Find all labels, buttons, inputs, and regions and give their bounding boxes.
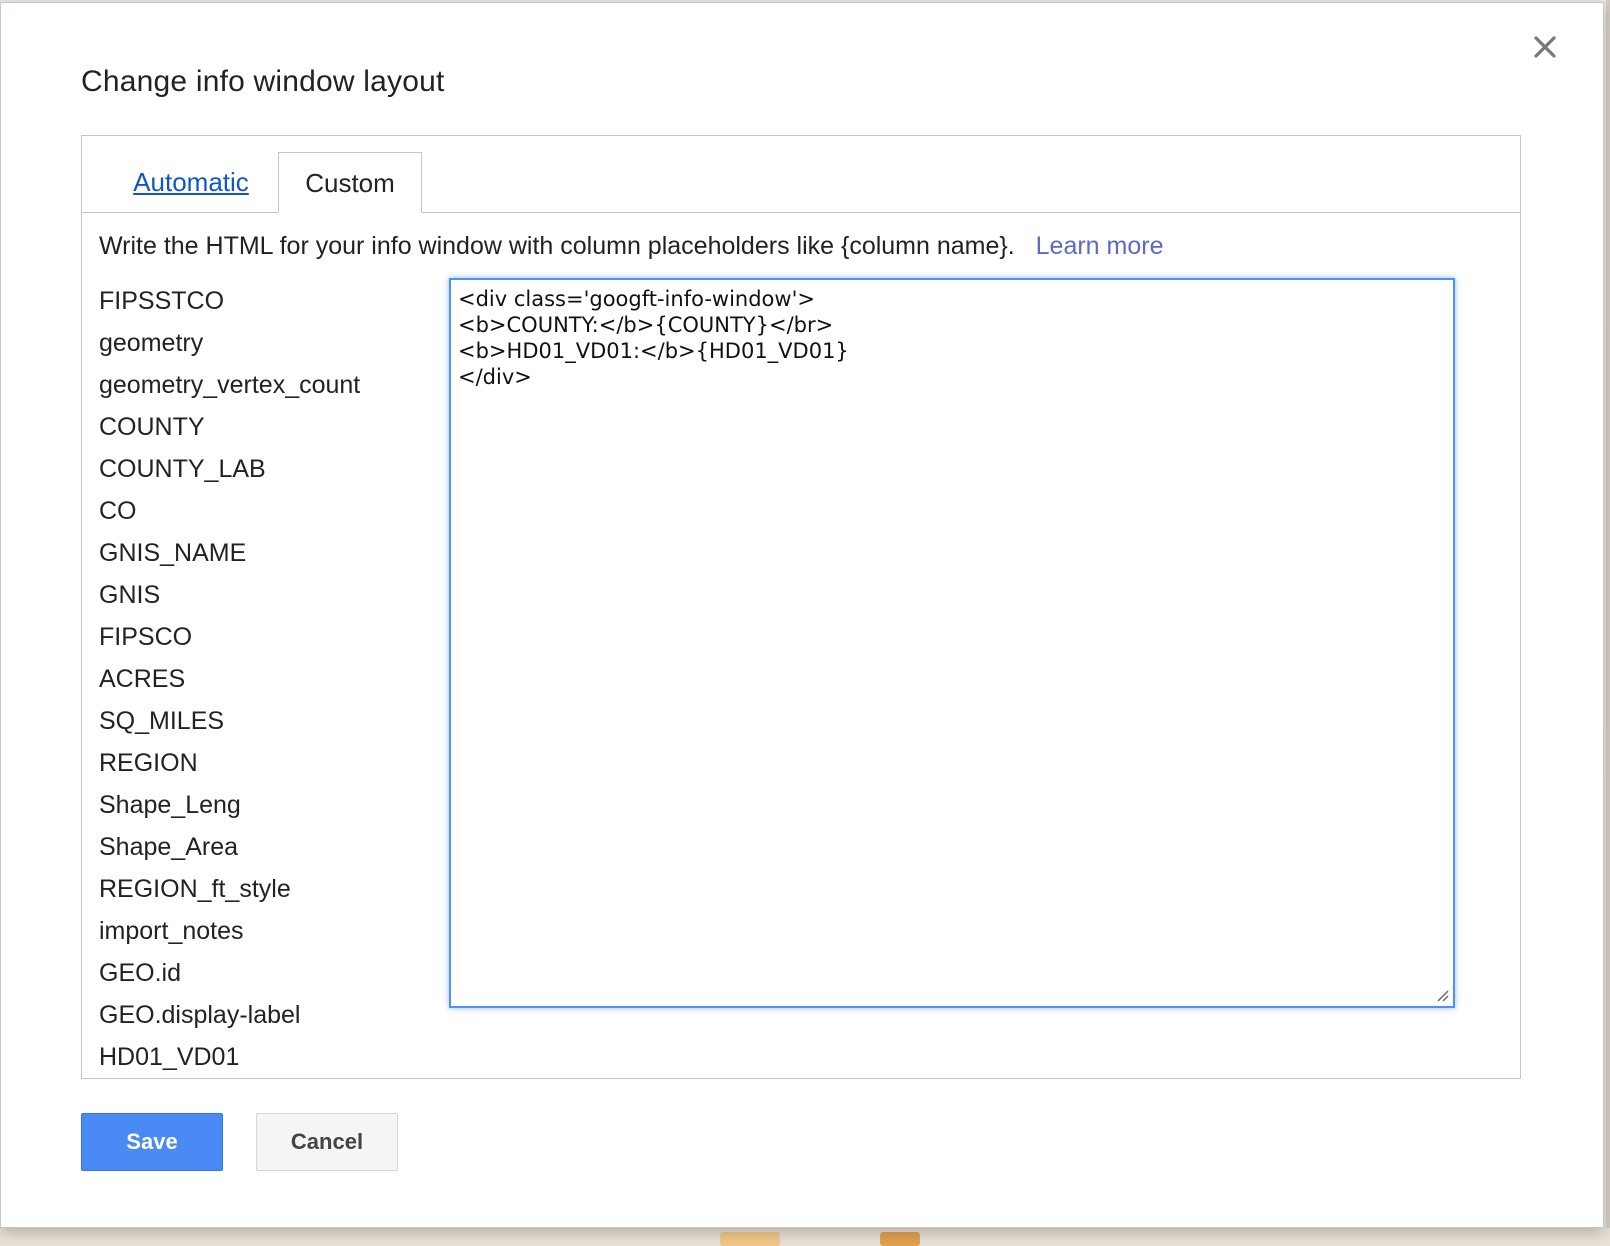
map-road xyxy=(720,1232,780,1246)
column-list: FIPSSTCO geometry geometry_vertex_count COU… xyxy=(99,280,419,1078)
column-item[interactable]: import_notes xyxy=(99,910,419,952)
column-item[interactable]: GEO.id xyxy=(99,952,419,994)
layout-panel: Automatic Custom Write the HTML for your… xyxy=(81,135,1521,1079)
column-item[interactable]: ACRES xyxy=(99,658,419,700)
map-edge-bottom xyxy=(0,1228,1610,1246)
column-item[interactable]: Shape_Leng xyxy=(99,784,419,826)
column-item[interactable]: FIPSCO xyxy=(99,616,419,658)
column-item[interactable]: GNIS xyxy=(99,574,419,616)
help-row: Write the HTML for your info window with… xyxy=(99,232,1164,261)
column-item[interactable]: GEO.display-label xyxy=(99,994,419,1036)
map-road xyxy=(880,1232,920,1246)
column-item[interactable]: HD01_VD01 xyxy=(99,1036,419,1078)
column-item[interactable]: GNIS_NAME xyxy=(99,532,419,574)
tab-automatic[interactable]: Automatic xyxy=(110,152,272,212)
column-item[interactable]: COUNTY_LAB xyxy=(99,448,419,490)
column-item[interactable]: Shape_Area xyxy=(99,826,419,868)
column-item[interactable]: COUNTY xyxy=(99,406,419,448)
close-icon xyxy=(1534,36,1556,58)
html-editor-frame xyxy=(449,278,1455,1008)
help-text: Write the HTML for your info window with… xyxy=(99,232,1015,260)
info-window-dialog: Change info window layout Automatic Cust… xyxy=(0,2,1604,1228)
save-button[interactable]: Save xyxy=(81,1113,223,1171)
column-item[interactable]: REGION xyxy=(99,742,419,784)
column-item[interactable]: CO xyxy=(99,490,419,532)
html-editor[interactable] xyxy=(451,280,1453,1006)
dialog-title: Change info window layout xyxy=(81,65,445,98)
resize-grip-icon[interactable] xyxy=(1435,988,1449,1002)
column-item[interactable]: SQ_MILES xyxy=(99,700,419,742)
column-item[interactable]: FIPSSTCO xyxy=(99,280,419,322)
tab-bar: Automatic Custom xyxy=(82,136,1520,213)
column-item[interactable]: REGION_ft_style xyxy=(99,868,419,910)
learn-more-link[interactable]: Learn more xyxy=(1036,232,1164,260)
close-button[interactable] xyxy=(1531,33,1559,61)
map-edge-right xyxy=(1606,0,1610,1246)
column-item[interactable]: geometry xyxy=(99,322,419,364)
cancel-button[interactable]: Cancel xyxy=(256,1113,398,1171)
column-item[interactable]: geometry_vertex_count xyxy=(99,364,419,406)
tab-custom[interactable]: Custom xyxy=(278,152,422,213)
